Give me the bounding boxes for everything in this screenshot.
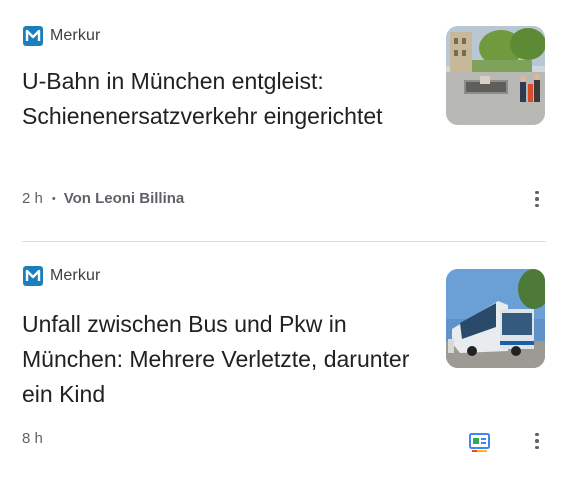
article-source[interactable]: Merkur — [23, 266, 100, 286]
merkur-logo-icon — [23, 266, 43, 286]
article-meta: 2 h • Von Leoni Billina — [22, 190, 184, 207]
more-vert-icon[interactable] — [528, 187, 546, 211]
article-author: Von Leoni Billina — [63, 190, 185, 207]
meta-separator: • — [51, 192, 56, 205]
source-name: Merkur — [50, 27, 101, 44]
article-thumbnail[interactable] — [446, 26, 545, 125]
article-thumbnail[interactable] — [446, 269, 545, 368]
article-time: 2 h — [22, 190, 43, 207]
more-vert-icon[interactable] — [528, 429, 546, 453]
article-time: 8 h — [22, 430, 43, 447]
full-coverage-icon[interactable] — [468, 431, 492, 455]
source-name: Merkur — [50, 267, 101, 284]
article-meta: 8 h — [22, 430, 43, 447]
article-card[interactable]: Merkur Unfall zwischen Bus und Pkw in Mü… — [0, 243, 566, 480]
merkur-logo-icon — [23, 26, 43, 46]
divider — [22, 241, 546, 242]
article-headline[interactable]: U-Bahn in München entgleist: Schieneners… — [22, 64, 422, 134]
article-headline[interactable]: Unfall zwischen Bus und Pkw in München: … — [22, 307, 422, 412]
article-source[interactable]: Merkur — [23, 26, 100, 46]
article-card[interactable]: Merkur U-Bahn in München entgleist: Schi… — [0, 0, 566, 241]
